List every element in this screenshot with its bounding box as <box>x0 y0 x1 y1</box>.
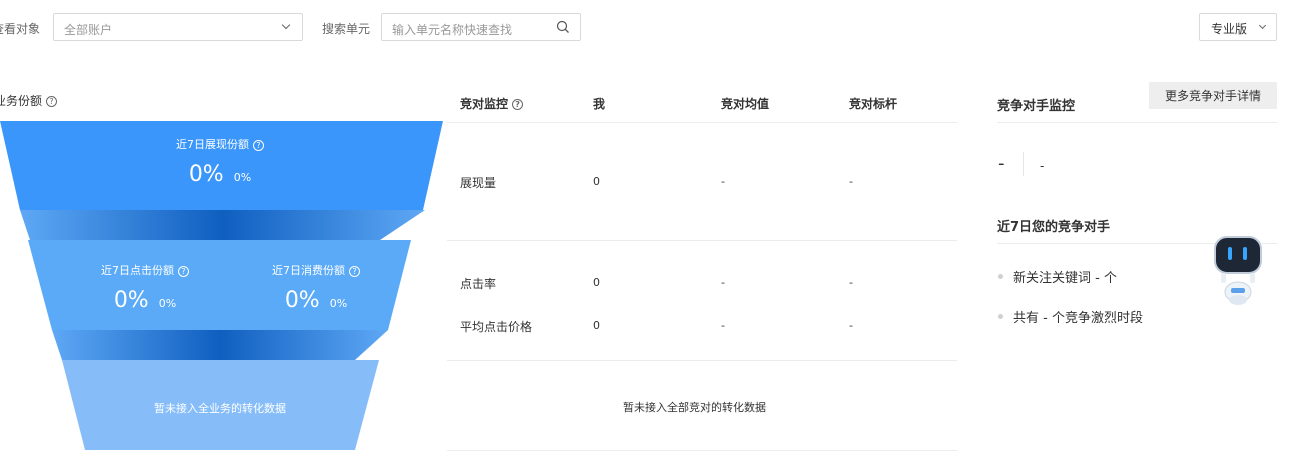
search-icon[interactable] <box>556 20 570 34</box>
monitor-header-avg: 竞对均值 <box>721 97 770 111</box>
help-icon[interactable]: ? <box>178 265 189 277</box>
click-share-label-text: 近7日点击份额 <box>101 264 174 277</box>
table-row-metric: 平均点击价格 <box>460 320 533 334</box>
version-select-value: 专业版 <box>1211 22 1248 36</box>
robot-assistant-icon[interactable] <box>1213 234 1263 306</box>
competitor-title: 竞争对手监控 <box>997 99 1076 114</box>
table-row-bench: - <box>849 276 853 289</box>
competitor-value-small: - <box>1040 159 1045 173</box>
impression-share-sub: 0% <box>233 171 252 184</box>
divider <box>447 450 957 451</box>
divider <box>1023 152 1024 176</box>
table-row-bench: - <box>849 175 853 188</box>
click-share-values: 0% 0% <box>55 288 235 313</box>
chevron-down-icon <box>1258 21 1267 30</box>
recent-competitors-title: 近7日您的竞争对手 <box>997 220 1111 235</box>
table-row-me: 0 <box>593 175 600 188</box>
more-competitors-button[interactable]: 更多竞争对手详情 <box>1149 82 1277 109</box>
competitor-value-big: - <box>998 153 1005 174</box>
unit-search-input[interactable]: 输入单元名称快速查找 <box>381 13 581 41</box>
divider <box>447 360 957 361</box>
click-share-label: 近7日点击份额? <box>55 262 235 278</box>
funnel-title-text: 业务份额 <box>0 94 43 108</box>
help-icon[interactable]: ? <box>349 265 360 277</box>
funnel-title: 业务份额? <box>0 92 58 109</box>
table-row-avg: - <box>721 175 725 188</box>
click-share: 近7日点击份额? 0% 0% <box>55 262 235 313</box>
account-select[interactable]: 全部账户 <box>53 13 303 41</box>
impression-share-label-text: 近7日展现份额 <box>176 138 249 151</box>
target-label: 查看对象 <box>0 22 41 36</box>
monitor-header-bench: 竞对标杆 <box>849 97 898 111</box>
table-row-me: 0 <box>593 276 600 289</box>
impression-share-label: 近7日展现份额? <box>120 136 320 152</box>
table-row-avg: - <box>721 276 725 289</box>
monitor-conversion-text: 暂未接入全部竞对的转化数据 <box>623 401 766 414</box>
account-select-value: 全部账户 <box>64 23 113 37</box>
monitor-header-me: 我 <box>593 97 606 111</box>
chevron-down-icon <box>281 20 291 30</box>
divider <box>997 122 1277 123</box>
spend-share: 近7日消费份额? 0% 0% <box>226 262 406 313</box>
funnel-conversion-text: 暂未接入全业务的转化数据 <box>154 402 286 415</box>
funnel-connector-1 <box>20 210 425 240</box>
search-placeholder: 输入单元名称快速查找 <box>392 23 513 37</box>
table-row-me: 0 <box>593 319 600 332</box>
help-icon[interactable]: ? <box>46 96 58 107</box>
spend-share-values: 0% 0% <box>226 288 406 313</box>
help-icon[interactable]: ? <box>512 99 524 110</box>
divider <box>447 122 957 123</box>
bullet-icon <box>998 314 1003 319</box>
impression-share-values: 0% 0% <box>120 162 320 187</box>
table-row-bench: - <box>849 319 853 332</box>
bullet-icon <box>998 274 1003 279</box>
version-select[interactable]: 专业版 <box>1199 13 1277 41</box>
list-item: 共有 - 个竞争激烈时段 <box>1013 311 1143 326</box>
funnel-connector-2 <box>52 330 388 360</box>
spend-share-value: 0% <box>284 288 320 313</box>
spend-share-label-text: 近7日消费份额 <box>272 264 345 277</box>
table-row-avg: - <box>721 319 725 332</box>
monitor-header-metric: 竞对监控? <box>460 95 524 112</box>
monitor-header-metric-text: 竞对监控 <box>460 97 509 111</box>
impression-share-value: 0% <box>188 162 224 187</box>
search-label: 搜索单元 <box>322 22 371 36</box>
table-row-metric: 点击率 <box>460 277 497 291</box>
spend-share-sub: 0% <box>329 297 348 310</box>
click-share-value: 0% <box>113 288 149 313</box>
impression-share: 近7日展现份额? 0% 0% <box>120 136 320 187</box>
list-item: 新关注关键词 - 个 <box>1013 271 1117 286</box>
spend-share-label: 近7日消费份额? <box>226 262 406 278</box>
help-icon[interactable]: ? <box>253 139 264 151</box>
click-share-sub: 0% <box>158 297 177 310</box>
divider <box>447 240 957 241</box>
table-row-metric: 展现量 <box>460 176 497 190</box>
